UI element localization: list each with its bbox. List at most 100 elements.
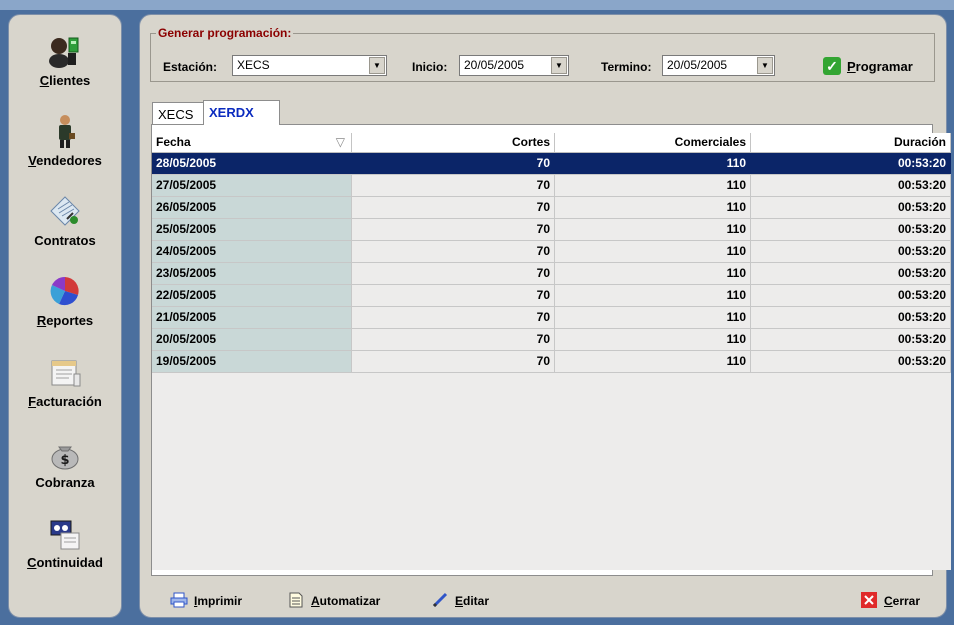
automatizar-label: Automatizar [311, 594, 381, 608]
cell-cortes: 70 [352, 175, 555, 196]
cell-cortes: 70 [352, 219, 555, 240]
cell-fecha: 27/05/2005 [152, 175, 352, 196]
money-bag-icon: $ [51, 446, 79, 470]
cell-fecha: 24/05/2005 [152, 241, 352, 262]
cell-comerciales: 110 [555, 329, 751, 350]
tab-xecs[interactable]: XECS [152, 102, 204, 124]
nav-label: Reportes [36, 313, 94, 328]
termino-label: Termino: [601, 60, 652, 74]
programar-label: Programar [847, 59, 913, 74]
column-header-fecha[interactable]: Fecha ▽ [152, 133, 352, 152]
cell-comerciales: 110 [555, 285, 751, 306]
chevron-down-icon[interactable]: ▼ [369, 57, 385, 74]
nav-item-clientes[interactable]: Clientes [9, 33, 121, 88]
cell-fecha: 26/05/2005 [152, 197, 352, 218]
document-icon [289, 592, 303, 608]
estacion-value: XECS [237, 58, 270, 72]
cell-cortes: 70 [352, 307, 555, 328]
cell-fecha: 25/05/2005 [152, 219, 352, 240]
billing-icon [51, 360, 81, 387]
cell-comerciales: 110 [555, 351, 751, 372]
tab-xerdx[interactable]: XERDX [203, 100, 280, 125]
cell-fecha: 21/05/2005 [152, 307, 352, 328]
chevron-down-icon[interactable]: ▼ [757, 57, 773, 74]
cell-comerciales: 110 [555, 307, 751, 328]
table-row[interactable]: 26/05/2005 70 110 00:53:20 [152, 197, 951, 219]
chevron-down-icon[interactable]: ▼ [551, 57, 567, 74]
cerrar-label: Cerrar [884, 594, 921, 608]
nav-label: Contratos [34, 233, 96, 248]
checkmark-icon: ✓ [823, 57, 841, 75]
termino-value: 20/05/2005 [667, 58, 728, 72]
cell-duracion: 00:53:20 [751, 307, 951, 328]
inicio-value: 20/05/2005 [464, 58, 525, 72]
cell-comerciales: 110 [555, 219, 751, 240]
nav-label: Clientes [39, 73, 91, 88]
table-row[interactable]: 23/05/2005 70 110 00:53:20 [152, 263, 951, 285]
svg-text:$: $ [60, 453, 69, 468]
nav-label: Vendedores [28, 153, 102, 168]
cell-cortes: 70 [352, 153, 555, 174]
nav-item-contratos[interactable]: Contratos [9, 193, 121, 248]
nav-item-continuidad[interactable]: Continuidad [9, 515, 121, 570]
column-header-cortes[interactable]: Cortes [352, 133, 555, 152]
cell-duracion: 00:53:20 [751, 329, 951, 350]
cell-duracion: 00:53:20 [751, 153, 951, 174]
nav-item-facturacion[interactable]: Facturación [9, 354, 121, 409]
window-top-strip [0, 0, 954, 10]
cell-fecha: 23/05/2005 [152, 263, 352, 284]
grid-rows: 28/05/2005 70 110 00:53:20 27/05/2005 70… [152, 153, 951, 373]
clients-icon [49, 37, 79, 68]
cell-comerciales: 110 [555, 153, 751, 174]
cell-comerciales: 110 [555, 263, 751, 284]
close-icon [861, 592, 877, 608]
estacion-select[interactable]: XECS ▼ [232, 55, 387, 76]
nav-label: Facturación [28, 394, 102, 409]
nav-label: Continuidad [27, 555, 103, 570]
table-row[interactable]: 22/05/2005 70 110 00:53:20 [152, 285, 951, 307]
nav-item-vendedores[interactable]: Vendedores [9, 113, 121, 168]
printer-icon [170, 592, 188, 608]
cell-comerciales: 110 [555, 175, 751, 196]
cell-cortes: 70 [352, 329, 555, 350]
contracts-icon [50, 196, 80, 226]
table-row[interactable]: 21/05/2005 70 110 00:53:20 [152, 307, 951, 329]
cell-fecha: 20/05/2005 [152, 329, 352, 350]
cell-comerciales: 110 [555, 197, 751, 218]
reports-icon [50, 276, 79, 306]
table-row[interactable]: 20/05/2005 70 110 00:53:20 [152, 329, 951, 351]
sort-icon: ▽ [335, 135, 345, 149]
cell-cortes: 70 [352, 285, 555, 306]
column-header-comerciales[interactable]: Comerciales [555, 133, 751, 152]
inicio-label: Inicio: [412, 60, 448, 74]
cell-duracion: 00:53:20 [751, 175, 951, 196]
nav-item-reportes[interactable]: Reportes [9, 273, 121, 328]
editar-label: Editar [455, 594, 490, 608]
cell-cortes: 70 [352, 241, 555, 262]
inicio-date-picker[interactable]: 20/05/2005 ▼ [459, 55, 569, 76]
programacion-grid[interactable]: Fecha ▽ Cortes Comerciales Duración 28/0… [152, 133, 951, 570]
main-panel: Generar programación: Estación: XECS ▼ I… [139, 14, 951, 618]
cell-cortes: 70 [352, 263, 555, 284]
cell-cortes: 70 [352, 351, 555, 372]
nav-item-cobranza[interactable]: $ Cobranza [9, 435, 121, 490]
cell-fecha: 19/05/2005 [152, 351, 352, 372]
table-row[interactable]: 25/05/2005 70 110 00:53:20 [152, 219, 951, 241]
cell-fecha: 22/05/2005 [152, 285, 352, 306]
estacion-label: Estación: [163, 60, 218, 74]
table-row[interactable]: 19/05/2005 70 110 00:53:20 [152, 351, 951, 373]
cell-duracion: 00:53:20 [751, 241, 951, 262]
cell-fecha: 28/05/2005 [152, 153, 352, 174]
table-row[interactable]: 28/05/2005 70 110 00:53:20 [152, 153, 951, 175]
cell-duracion: 00:53:20 [751, 263, 951, 284]
continuity-icon [50, 520, 80, 550]
table-row[interactable]: 27/05/2005 70 110 00:53:20 [152, 175, 951, 197]
table-row[interactable]: 24/05/2005 70 110 00:53:20 [152, 241, 951, 263]
pencil-icon [432, 592, 448, 608]
column-header-duracion[interactable]: Duración [751, 133, 951, 152]
imprimir-label: Imprimir [194, 594, 243, 608]
cell-duracion: 00:53:20 [751, 351, 951, 372]
cell-duracion: 00:53:20 [751, 285, 951, 306]
grid-header: Fecha ▽ Cortes Comerciales Duración [152, 133, 951, 153]
termino-date-picker[interactable]: 20/05/2005 ▼ [662, 55, 775, 76]
